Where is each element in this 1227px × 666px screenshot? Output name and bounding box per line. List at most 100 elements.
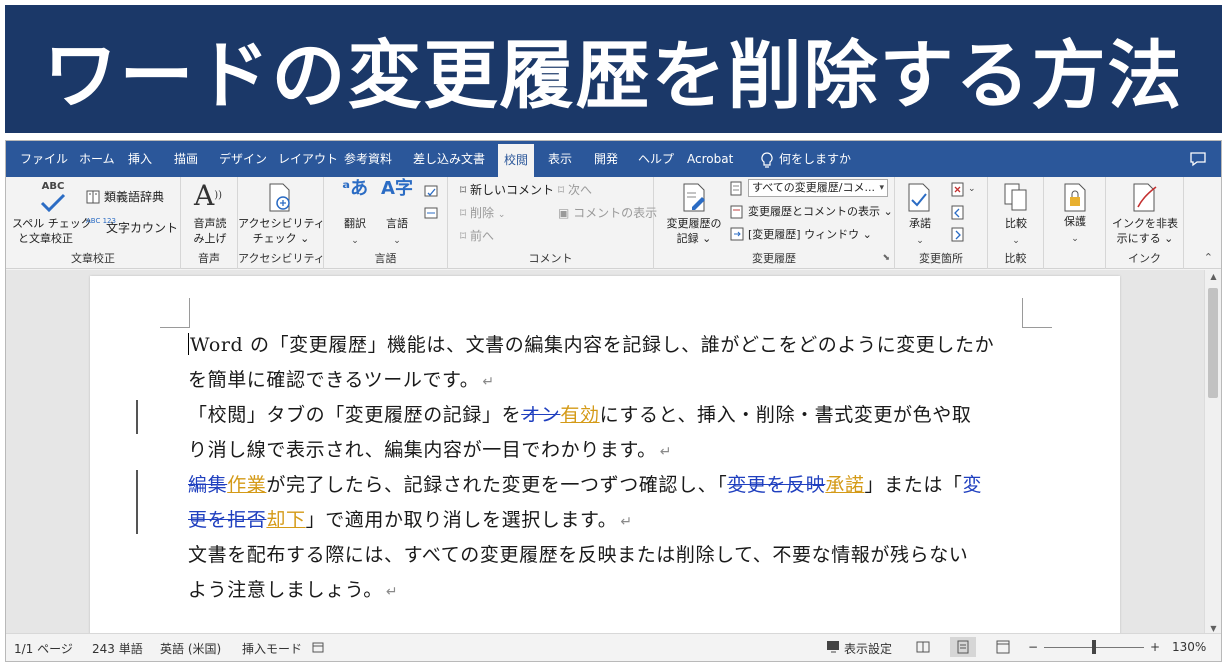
tab-acrobat[interactable]: Acrobat [687, 141, 733, 177]
tab-layout[interactable]: レイアウト [278, 141, 338, 177]
next-comment-button[interactable]: ⌑ 次へ [558, 183, 592, 197]
tab-developer[interactable]: 開発 [594, 141, 618, 177]
tab-design[interactable]: デザイン [219, 141, 267, 177]
print-layout-button[interactable] [950, 637, 976, 657]
new-comment-button[interactable]: ⌑ 新しいコメント [460, 183, 554, 197]
spelling-button-line1[interactable]: スペル チェック [12, 217, 92, 231]
language-button[interactable]: 言語 [380, 217, 414, 231]
accept-chevron[interactable]: ⌄ [901, 233, 939, 248]
scroll-down-icon[interactable]: ▼ [1205, 624, 1221, 633]
hide-ink-line1[interactable]: インクを非表 [1106, 217, 1184, 231]
tab-mailings[interactable]: 差し込み文書 [413, 141, 485, 177]
display-settings-button[interactable]: 表示設定 [844, 640, 892, 657]
track-changes-line2[interactable]: 記録 ⌄ [654, 232, 734, 246]
wordcount-icon: ABC 123 [86, 217, 116, 225]
scrollbar-thumb[interactable] [1208, 288, 1218, 398]
group-label-changes: 変更箇所 [919, 252, 963, 265]
translate-button[interactable]: 翻訳 [338, 217, 372, 231]
zoom-out-button[interactable]: − [1028, 640, 1038, 654]
reviewing-pane-button[interactable]: [変更履歴] ウィンドウ ⌄ [748, 228, 872, 242]
group-label-language: 言語 [374, 252, 397, 265]
tab-file[interactable]: ファイル [20, 141, 68, 177]
scroll-up-icon[interactable]: ▲ [1205, 272, 1221, 281]
spelling-button-line2[interactable]: と文章校正 [18, 232, 73, 246]
next-change-icon[interactable] [951, 227, 965, 243]
next-comment-label: 次へ [567, 183, 592, 197]
delete-comment-button[interactable]: ⌑ 削除 ⌄ [460, 206, 505, 222]
reject-icon[interactable] [951, 182, 965, 198]
group-label-compare: 比較 [1004, 252, 1027, 265]
language-options-icon[interactable] [423, 205, 439, 221]
accept-icon [908, 183, 930, 212]
text-run: が完了したら、記録された変更を一つずつ確認し、「 [266, 474, 728, 496]
zoom-slider-thumb[interactable] [1092, 640, 1096, 654]
insertion-mark[interactable]: 承諾 [825, 474, 864, 496]
lightbulb-icon [761, 151, 773, 168]
deletion-mark[interactable]: 更を拒否 [188, 509, 266, 531]
language-check-icon[interactable] [423, 184, 439, 200]
text-run: 」で適用か取り消しを選択します。 [305, 508, 618, 531]
tab-review[interactable]: 校閲 [498, 144, 535, 177]
previous-comment-button[interactable]: ⌑ 前へ [460, 229, 494, 243]
protect-icon [1064, 183, 1086, 212]
insertion-mark[interactable]: 却下 [266, 509, 305, 531]
wordcount-button[interactable]: 文字カウント [106, 221, 178, 235]
tab-view[interactable]: 表示 [548, 141, 572, 177]
text-line: Word の「変更履歴」機能は、文書の編集内容を記録し、誰がどこをどのように変更… [188, 328, 1038, 363]
comments-pane-icon[interactable] [1189, 151, 1207, 167]
insert-mode[interactable]: 挿入モード [242, 640, 302, 657]
tab-draw[interactable]: 描画 [174, 141, 198, 177]
show-comments-button[interactable]: ▣ コメントの表示 [558, 206, 657, 220]
document-page[interactable]: Word の「変更履歴」機能は、文書の編集内容を記録し、誰がどこをどのように変更… [90, 276, 1120, 635]
read-aloud-line2[interactable]: み上げ [185, 232, 235, 246]
tell-me-box[interactable]: 何をしますか [761, 141, 851, 177]
macro-record-icon[interactable] [312, 641, 324, 653]
thesaurus-button[interactable]: 類義語辞典 [104, 190, 164, 204]
zoom-level[interactable]: 130% [1172, 640, 1206, 654]
track-changes-line1[interactable]: 変更履歴の [654, 217, 734, 231]
deletion-mark[interactable]: 変 [963, 474, 983, 496]
accept-button[interactable]: 承諾 [901, 217, 939, 231]
group-label-tracking: 変更履歴 [752, 252, 796, 265]
deletion-mark[interactable]: 編集 [188, 474, 227, 496]
ribbon-tab-bar: ファイル ホーム 挿入 描画 デザイン レイアウト 参考資料 差し込み文書 校閲… [6, 141, 1221, 177]
insertion-mark[interactable]: 作業 [227, 474, 266, 496]
deletion-mark[interactable]: 変更を反映 [727, 474, 825, 496]
translate-chevron[interactable]: ⌄ [338, 233, 372, 248]
page-count[interactable]: 1/1 ページ [14, 640, 73, 657]
markup-select[interactable]: すべての変更履歴/コメ... ▾ [748, 179, 888, 197]
protect-chevron[interactable]: ⌄ [1048, 231, 1102, 246]
status-bar: 1/1 ページ 243 単語 英語 (米国) 挿入モード 表示設定 − + 13… [6, 633, 1221, 661]
accessibility-line2[interactable]: チェック ⌄ [238, 232, 324, 246]
tab-insert[interactable]: 挿入 [128, 141, 152, 177]
tab-help[interactable]: ヘルプ [638, 141, 674, 177]
language-status[interactable]: 英語 (米国) [160, 640, 221, 657]
compare-button[interactable]: 比較 [992, 217, 1040, 231]
text-cursor [188, 333, 189, 355]
hide-ink-icon [1133, 183, 1157, 212]
group-label-ink: インク [1128, 252, 1161, 265]
insertion-mark[interactable]: 有効 [560, 404, 599, 426]
show-markup-button[interactable]: 変更履歴とコメントの表示 ⌄ [748, 205, 893, 219]
vertical-scrollbar[interactable]: ▲ ▼ [1204, 270, 1221, 635]
accessibility-line1[interactable]: アクセシビリティ [238, 217, 325, 231]
paragraph-mark: ↵ [385, 583, 399, 600]
read-aloud-line1[interactable]: 音声読 [185, 217, 235, 231]
reject-chevron[interactable]: ⌄ [968, 181, 976, 196]
protect-button[interactable]: 保護 [1048, 215, 1102, 229]
hide-ink-line2[interactable]: 示にする ⌄ [1106, 232, 1184, 246]
zoom-in-button[interactable]: + [1150, 640, 1160, 654]
web-layout-button[interactable] [990, 637, 1016, 657]
read-mode-button[interactable] [910, 637, 936, 657]
language-chevron[interactable]: ⌄ [380, 233, 414, 248]
word-count[interactable]: 243 単語 [92, 640, 143, 657]
group-ink: インクを非表 示にする ⌄ インク [1106, 177, 1184, 269]
compare-chevron[interactable]: ⌄ [992, 233, 1040, 248]
tab-references[interactable]: 参考資料 [344, 141, 392, 177]
deletion-mark[interactable]: オン [521, 404, 560, 426]
collapse-ribbon-icon[interactable]: ⌃ [1204, 251, 1213, 264]
group-accessibility: アクセシビリティ チェック ⌄ アクセシビリティ [238, 177, 325, 269]
group-language: ᵃあ 翻訳 ⌄ A字 言語 ⌄ 言語 [324, 177, 448, 269]
tab-home[interactable]: ホーム [79, 141, 115, 177]
previous-change-icon[interactable] [951, 205, 965, 221]
